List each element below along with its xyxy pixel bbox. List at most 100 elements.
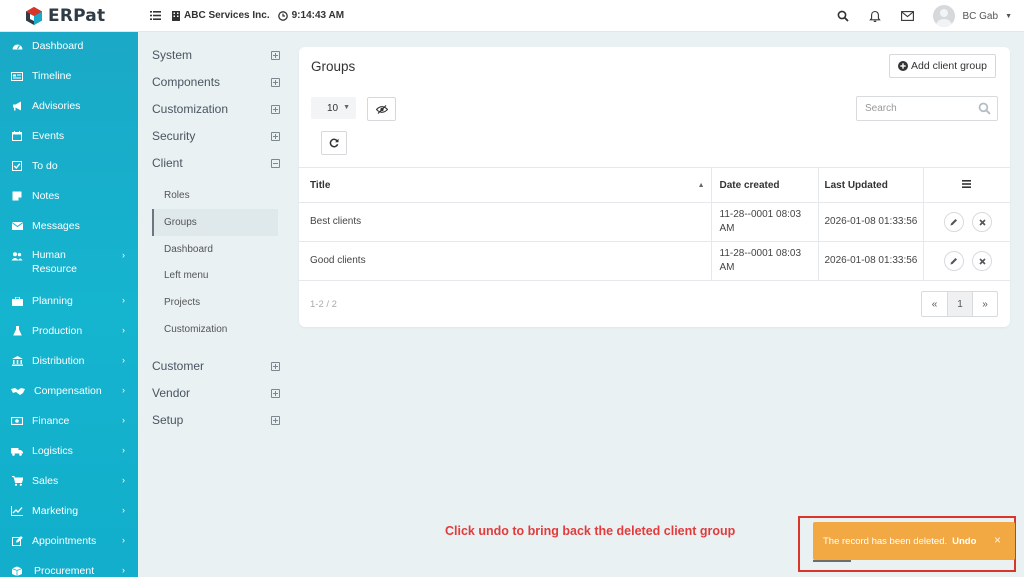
sidebar-item-messages[interactable]: Messages [0,212,138,240]
settings-section-security[interactable]: Security [152,126,280,146]
column-visibility-button[interactable] [367,97,396,121]
sidebar-item-label: Planning [32,295,73,307]
settings-section-label: Customization [152,102,229,116]
sidebar-item-sales[interactable]: Sales › [0,467,138,495]
row-title[interactable]: Best clients [299,202,711,242]
sidebar-item-planning[interactable]: Planning › [0,287,138,315]
table-row: Best clients 11-28--0001 08:03 AM 2026-0… [299,202,1010,242]
chevron-right-icon: › [122,475,125,485]
sidebar-item-events[interactable]: Events [0,122,138,150]
add-client-group-label: Add client group [911,60,987,72]
cart-icon [10,475,24,487]
settings-section-vendor[interactable]: Vendor [152,383,280,403]
sidebar-item-label: Dashboard [32,40,84,52]
refresh-icon [329,138,339,148]
column-header-last-updated[interactable]: Last Updated [817,167,923,203]
expand-icon[interactable] [271,388,280,398]
sidebar-item-logistics[interactable]: Logistics › [0,437,138,465]
sidebar-item-distribution[interactable]: Distribution › [0,347,138,375]
settings-sub-item-groups[interactable]: Groups [152,209,278,236]
undo-button[interactable]: Undo [952,536,976,547]
toast-close-icon[interactable]: × [994,533,1001,547]
edit-button[interactable] [943,211,964,232]
sidebar-item-label: Logistics [32,445,73,457]
row-title[interactable]: Good clients [299,241,711,281]
chevron-right-icon: › [122,445,125,455]
chevron-right-icon: › [122,385,125,395]
refresh-button[interactable] [321,131,347,155]
settings-section-setup[interactable]: Setup [152,410,280,430]
delete-button[interactable] [972,212,993,233]
bell-icon[interactable] [859,0,891,32]
sidebar-item-dashboard[interactable]: Dashboard [0,32,138,60]
sidebar-item-appointments[interactable]: Appointments › [0,527,138,555]
row-actions [922,202,1010,242]
building-icon [172,10,180,21]
company-selector[interactable]: ABC Services Inc. [172,10,270,21]
add-client-group-button[interactable]: Add client group [889,54,996,78]
settings-sub-item-left-menu[interactable]: Left menu [152,262,278,289]
expand-icon[interactable] [271,77,280,87]
chevron-right-icon: › [122,505,125,515]
search-icon[interactable] [827,0,859,32]
page-size-select[interactable]: 10 ▼ [311,97,356,119]
column-header-title[interactable]: Title ▲ [299,167,711,203]
sidebar-item-label: Notes [32,190,60,202]
chart-line-icon [10,505,24,517]
user-menu[interactable]: BC Gab ▼ [933,5,1012,27]
menu-toggle-icon[interactable] [150,10,166,22]
expand-icon[interactable] [271,415,280,425]
settings-section-customization[interactable]: Customization [152,99,280,119]
column-header-label: Date created [719,179,780,191]
brand-logo[interactable]: ERPat [0,0,138,32]
settings-section-label: Security [152,129,196,143]
column-header-label: Title [310,179,331,191]
sidebar-item-human-resource[interactable]: Human Resource › [0,242,138,282]
pagination-prev[interactable]: « [922,292,947,316]
settings-sub-item-customization[interactable]: Customization [152,316,278,343]
chevron-right-icon: › [122,325,125,335]
sidebar-item-compensation[interactable]: Compensation › [0,377,138,405]
settings-sub-item-roles[interactable]: Roles [152,182,278,209]
column-header-date-created[interactable]: Date created [710,167,818,203]
settings-sub-item-projects[interactable]: Projects [152,289,278,316]
briefcase-icon [10,295,24,307]
caret-down-icon: ▼ [343,104,350,111]
settings-section-client[interactable]: Client [152,153,280,173]
chevron-right-icon: › [122,295,125,305]
envelope-icon [10,220,24,232]
expand-icon[interactable] [271,50,280,60]
settings-section-system[interactable]: System [152,45,280,65]
settings-section-label: Client [152,156,183,170]
groups-table: Title ▲ Date created Last Updated Best c… [299,167,1010,281]
sidebar-item-timeline[interactable]: Timeline [0,62,138,90]
page-size-value: 10 [327,102,339,114]
edit-button[interactable] [943,250,964,271]
sidebar-item-marketing[interactable]: Marketing › [0,497,138,525]
collapse-icon[interactable] [271,158,280,168]
pagination-next[interactable]: » [972,292,997,316]
sidebar-item-label: Distribution [32,355,85,367]
sidebar-item-production[interactable]: Production › [0,317,138,345]
note-icon [10,190,24,202]
settings-section-customer[interactable]: Customer [152,356,280,376]
column-header-actions[interactable] [922,167,1010,203]
expand-icon[interactable] [271,104,280,114]
expand-icon[interactable] [271,131,280,141]
search-input[interactable]: Search [856,96,998,121]
settings-sub-item-label: Dashboard [164,244,213,255]
sidebar-item-finance[interactable]: Finance › [0,407,138,435]
delete-button[interactable] [972,251,993,272]
column-header-label: Last Updated [824,179,888,191]
row-last-updated: 2026-01-08 01:33:56 [817,241,923,281]
settings-section-components[interactable]: Components [152,72,280,92]
sidebar-item-procurement[interactable]: Procurement › [0,557,138,577]
sidebar-item-advisories[interactable]: Advisories [0,92,138,120]
pagination-page[interactable]: 1 [947,292,972,316]
sidebar-item-notes[interactable]: Notes [0,182,138,210]
mail-icon[interactable] [891,0,923,32]
expand-icon[interactable] [271,361,280,371]
sidebar-item-todo[interactable]: To do [0,152,138,180]
settings-sub-item-dashboard[interactable]: Dashboard [152,236,278,263]
settings-sub-item-label: Customization [164,324,228,335]
